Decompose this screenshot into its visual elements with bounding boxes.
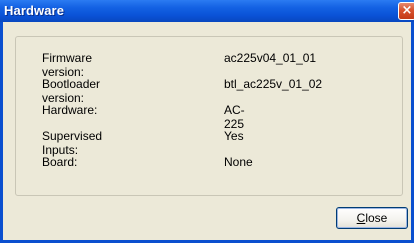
firmware-version-value: ac225v04_01_01 (224, 51, 317, 65)
close-button[interactable]: Close (336, 207, 408, 229)
dialog-client-area: Firmware version: ac225v04_01_01 Bootloa… (3, 22, 411, 240)
board-value: None (224, 155, 253, 169)
title-bar[interactable]: Hardware × (0, 0, 414, 22)
board-label: Board: (42, 155, 78, 169)
supervised-inputs-label: Supervised Inputs: (42, 129, 103, 157)
bootloader-version-value: btl_ac225v_01_02 (224, 77, 323, 91)
supervised-inputs-value: Yes (224, 129, 244, 143)
hardware-value: AC-225 (224, 103, 245, 131)
firmware-version-label: Firmware version: (42, 51, 92, 79)
info-group-box: Firmware version: ac225v04_01_01 Bootloa… (15, 36, 403, 196)
close-button-label: lose (365, 211, 388, 225)
hardware-label: Hardware: (42, 103, 98, 117)
hardware-dialog: Hardware × Firmware version: ac225v04_01… (0, 0, 414, 243)
close-icon[interactable]: × (398, 2, 414, 20)
bootloader-version-label: Bootloader version: (42, 77, 101, 105)
window-title: Hardware (4, 3, 65, 18)
